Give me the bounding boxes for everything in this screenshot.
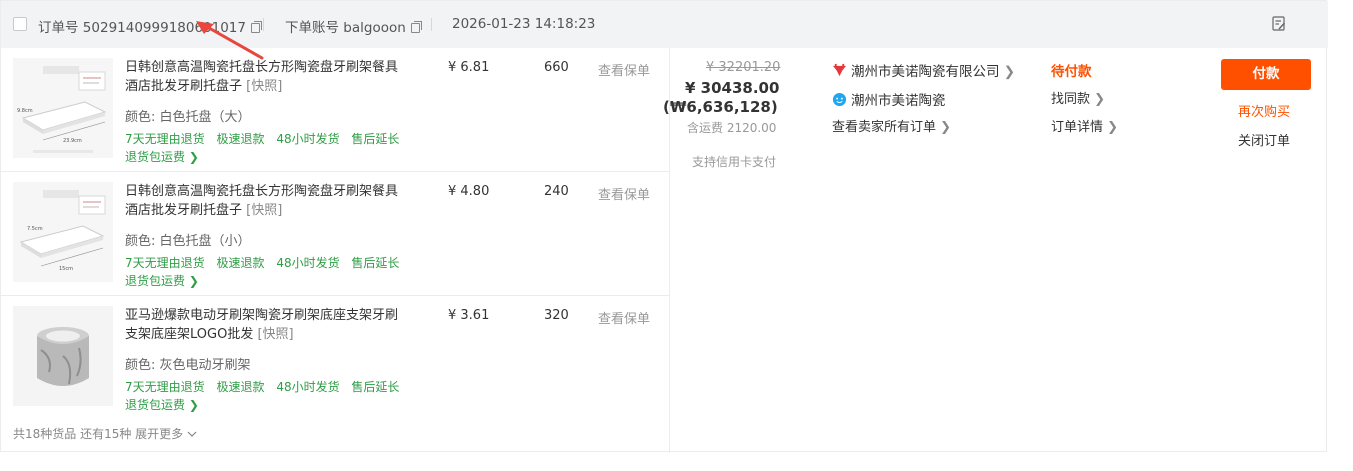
- product-image[interactable]: [13, 306, 113, 406]
- product-variant: 颜色: 灰色电动牙刷架: [125, 358, 251, 373]
- order-status: 待付款: [1051, 64, 1092, 80]
- close-order-link[interactable]: 关闭订单: [1238, 130, 1290, 149]
- product-variant: 颜色: 白色托盘（大）: [125, 110, 251, 125]
- copy-icon[interactable]: [251, 21, 262, 33]
- service-tag: 48小时发货: [276, 132, 340, 146]
- product-image[interactable]: 23.9cm 9.8cm: [13, 58, 113, 158]
- product-title[interactable]: 日韩创意高温陶瓷托盘长方形陶瓷盘牙刷架餐具酒店批发牙刷托盘子 [快照]: [125, 182, 405, 220]
- return-shipping-link[interactable]: 退货包运费 ❯: [125, 148, 199, 165]
- svg-text:7.5cm: 7.5cm: [27, 226, 43, 232]
- note-icon[interactable]: [1272, 16, 1286, 32]
- order-item-row: 15cm 7.5cm 日韩创意高温陶瓷托盘长方形陶瓷盘牙刷架餐具酒店批发牙刷托盘…: [1, 172, 669, 296]
- shipping-fee: 含运费 2120.00: [687, 121, 777, 135]
- order-header: 订单号 5029140999180601017 下单账号 balgooon 20…: [1, 1, 1328, 48]
- service-tag: 7天无理由退货: [125, 380, 205, 394]
- order-item-row: 亚马逊爆款电动牙刷架陶瓷牙刷架底座支架牙刷支架底座架LOGO批发 [快照] 颜色…: [1, 296, 669, 420]
- expand-more-link[interactable]: 共18种货品 还有15种 展开更多: [13, 425, 197, 442]
- quantity: 320: [544, 308, 569, 323]
- service-tags: 7天无理由退货 极速退款 48小时发货 售后延长: [125, 130, 407, 147]
- service-tag: 7天无理由退货: [125, 256, 205, 270]
- product-title[interactable]: 日韩创意高温陶瓷托盘长方形陶瓷盘牙刷架餐具酒店批发牙刷托盘子 [快照]: [125, 58, 405, 96]
- chevron-down-icon: [187, 431, 197, 437]
- service-tag: 7天无理由退货: [125, 132, 205, 146]
- unit-price: ¥ 4.80: [448, 184, 490, 199]
- unit-price: ¥ 6.81: [448, 60, 490, 75]
- service-tag: 极速退款: [216, 256, 265, 270]
- service-tag: 售后延长: [351, 256, 400, 270]
- service-tag: 售后延长: [351, 132, 400, 146]
- return-shipping-link[interactable]: 退货包运费 ❯: [125, 272, 199, 289]
- credit-card-note: 支持信用卡支付: [692, 155, 777, 169]
- snapshot-link[interactable]: [快照]: [246, 79, 282, 94]
- tmall-shop-icon: [832, 63, 847, 77]
- view-insurance-link[interactable]: 查看保单: [598, 184, 650, 203]
- order-number-value: 5029140999180601017: [82, 20, 246, 36]
- service-tag: 48小时发货: [276, 380, 340, 394]
- seller-shop-link[interactable]: 潮州市美诺陶瓷: [832, 89, 946, 109]
- quantity: 240: [544, 184, 569, 199]
- product-image[interactable]: 15cm 7.5cm: [13, 182, 113, 282]
- service-tag: 售后延长: [351, 380, 400, 394]
- svg-text:9.8cm: 9.8cm: [17, 108, 33, 114]
- divider: [263, 18, 264, 31]
- service-tag: 极速退款: [216, 132, 265, 146]
- rebuy-link[interactable]: 再次购买: [1238, 101, 1290, 120]
- product-title[interactable]: 亚马逊爆款电动牙刷架陶瓷牙刷架底座支架牙刷支架底座架LOGO批发 [快照]: [125, 306, 405, 344]
- find-similar-link[interactable]: 找同款 ❯: [1051, 88, 1105, 107]
- chat-icon[interactable]: [832, 92, 847, 107]
- svg-text:23.9cm: 23.9cm: [63, 138, 82, 144]
- snapshot-link[interactable]: [快照]: [257, 327, 293, 342]
- return-shipping-link[interactable]: 退货包运费 ❯: [125, 396, 199, 413]
- total-price-krw: (₩6,636,128): [663, 98, 778, 116]
- divider: [431, 18, 432, 31]
- quantity: 660: [544, 60, 569, 75]
- order-details-link[interactable]: 订单详情 ❯: [1051, 116, 1118, 135]
- service-tag: 48小时发货: [276, 256, 340, 270]
- view-insurance-link[interactable]: 查看保单: [598, 308, 650, 327]
- service-tags: 7天无理由退货 极速退款 48小时发货 售后延长: [125, 254, 407, 271]
- view-insurance-link[interactable]: 查看保单: [598, 60, 650, 79]
- order-datetime: 2026-01-23 14:18:23: [452, 16, 596, 32]
- account-value: balgooon: [343, 20, 406, 36]
- order-item-row: 23.9cm 9.8cm 日韩创意高温陶瓷托盘长方形陶瓷盘牙刷架餐具酒店批发牙刷…: [1, 48, 669, 172]
- original-price: ¥ 32201.20: [706, 60, 781, 75]
- pay-button[interactable]: 付款: [1221, 59, 1311, 90]
- seller-company-link[interactable]: 潮州市美诺陶瓷有限公司 ❯: [832, 60, 1015, 80]
- product-variant: 颜色: 白色托盘（小）: [125, 234, 251, 249]
- order-number: 订单号 5029140999180601017: [38, 16, 262, 36]
- account: 下单账号 balgooon: [285, 16, 422, 36]
- service-tags: 7天无理由退货 极速退款 48小时发货 售后延长: [125, 378, 407, 395]
- unit-price: ¥ 3.61: [448, 308, 490, 323]
- service-tag: 极速退款: [216, 380, 265, 394]
- snapshot-link[interactable]: [快照]: [246, 203, 282, 218]
- order-checkbox[interactable]: [13, 17, 27, 31]
- seller-all-orders-link[interactable]: 查看卖家所有订单 ❯: [832, 116, 951, 135]
- order-card: 订单号 5029140999180601017 下单账号 balgooon 20…: [0, 0, 1328, 453]
- total-price: ¥ 30438.00: [685, 79, 780, 97]
- copy-icon[interactable]: [410, 21, 422, 33]
- svg-text:15cm: 15cm: [59, 266, 73, 272]
